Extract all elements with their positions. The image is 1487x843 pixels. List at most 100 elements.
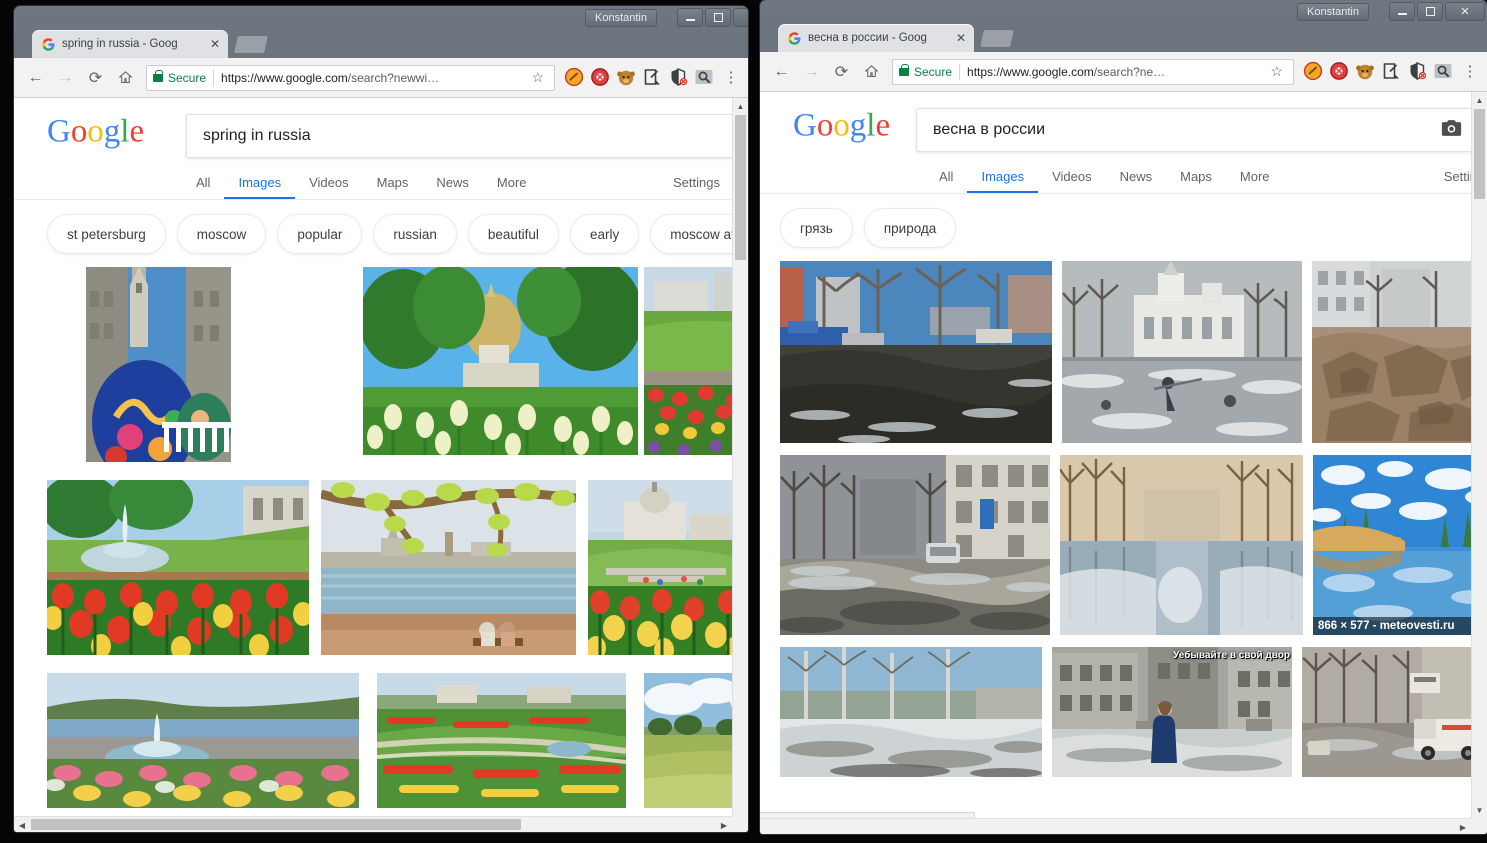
tab-more-right[interactable]: More [1226,169,1284,194]
related-search-chips-left[interactable]: st petersburg moscow popular russian bea… [14,200,748,267]
image-result-alley-flood[interactable] [1060,455,1303,635]
image-result-reed-flood[interactable]: 866 × 577 - meteovesti.ru [1313,455,1487,635]
forward-icon[interactable]: → [797,57,826,86]
vertical-scroll-thumb-right[interactable] [1474,109,1485,199]
tab-spring-in-russia[interactable]: spring in russia - Goog ✕ [32,30,228,58]
title-bar-right[interactable]: Konstantin ✕ [760,0,1487,24]
browser-window-right[interactable]: Konstantin ✕ весна в россии - Goog ✕ ← →… [760,0,1487,834]
bookmark-star-icon[interactable]: ☆ [1266,63,1287,80]
reload-icon[interactable]: ⟳ [827,57,856,86]
tab-close-button-left[interactable]: ✕ [208,37,222,51]
tab-maps-left[interactable]: Maps [363,175,423,200]
address-bar-left[interactable]: Secure https://www.google.com/search?new… [146,64,555,91]
tab-images-left[interactable]: Images [224,175,296,200]
close-button-left[interactable]: ✕ [733,8,748,27]
forward-icon[interactable]: → [51,63,80,92]
chip-beautiful[interactable]: beautiful [467,214,559,254]
home-icon[interactable] [111,63,140,92]
search-box-left[interactable]: spring in russia [186,114,748,158]
tab-news-left[interactable]: News [422,175,483,200]
image-result-ambulance[interactable] [1302,647,1482,777]
maximize-button-left[interactable] [705,8,731,27]
image-result-fountain-tulips[interactable] [47,480,309,655]
tab-strip-left[interactable]: spring in russia - Goog ✕ [14,30,748,58]
avatar-extension-icon[interactable] [1355,61,1377,83]
adblock-extension-icon[interactable] [564,67,586,89]
google-logo[interactable]: Google [47,112,165,154]
shield-extension-icon[interactable] [1407,61,1429,83]
image-result-cathedral-tulips[interactable] [363,267,638,455]
chip-moscow[interactable]: moscow [176,214,267,254]
scroll-up-arrow-left[interactable]: ▲ [733,98,748,114]
tab-videos-right[interactable]: Videos [1038,169,1106,194]
vertical-scroll-thumb-left[interactable] [735,115,746,260]
tab-all-right[interactable]: All [925,169,967,194]
tab-news-right[interactable]: News [1106,169,1167,194]
tab-all-left[interactable]: All [182,175,224,200]
tab-images-right[interactable]: Images [967,169,1039,194]
horizontal-scrollbar-right[interactable]: ▶ [760,818,1471,834]
maximize-button-right[interactable] [1417,2,1443,21]
browser-window-left[interactable]: Konstantin ✕ spring in russia - Goog [14,6,748,832]
minimize-button-left[interactable] [677,8,703,27]
search-input-left[interactable]: spring in russia [187,127,748,145]
search-result-tabs-right[interactable]: All Images Videos News Maps More [925,159,1284,194]
image-result-mud-street[interactable] [780,261,1052,443]
minimize-button-right[interactable] [1389,2,1415,21]
horizontal-scroll-thumb-left[interactable] [31,819,521,830]
chip-priroda[interactable]: природа [863,208,957,248]
blocker-extension-icon[interactable] [590,67,612,89]
related-search-chips-right[interactable]: грязь природа [760,194,1487,261]
chip-gryaz[interactable]: грязь [780,208,853,248]
scroll-up-arrow-right[interactable]: ▲ [1472,92,1487,108]
search-input-right[interactable]: весна в россии [917,121,1441,139]
image-result-courtyard-flood[interactable]: Уебывайте в свой двор [1052,647,1292,777]
tab-strip-right[interactable]: весна в россии - Goog ✕ [760,24,1487,52]
title-bar-left[interactable]: Konstantin ✕ [14,6,748,30]
search-box-right[interactable]: весна в россии [916,108,1479,152]
search-extension-icon[interactable] [1433,61,1455,83]
image-result-slush-yard[interactable] [780,455,1050,635]
tab-more-left[interactable]: More [483,175,541,200]
vertical-scrollbar-left[interactable]: ▲ ▼ [732,98,748,832]
blocker-extension-icon[interactable] [1329,61,1351,83]
google-logo[interactable]: Google [793,106,911,148]
notes-extension-icon[interactable] [1381,61,1403,83]
bookmark-star-icon[interactable]: ☆ [527,69,548,86]
window-controls-left[interactable]: ✕ [677,8,748,27]
browser-toolbar-left[interactable]: ← → ⟳ Secure https://www.google.com/sear… [14,58,748,98]
image-result-square-fountain[interactable] [47,673,359,808]
close-button-right[interactable]: ✕ [1445,2,1485,21]
horizontal-scrollbar-left[interactable]: ◀ ▶ [14,816,732,832]
image-result-church-flood[interactable] [1062,261,1302,443]
image-result-rubble[interactable] [1312,261,1487,443]
tab-close-button-right[interactable]: ✕ [954,31,968,45]
scroll-right-arrow-right[interactable]: ▶ [1455,819,1471,834]
scroll-right-arrow[interactable]: ▶ [716,817,732,832]
image-result-egg-street[interactable] [86,267,231,462]
scroll-left-arrow[interactable]: ◀ [14,817,30,832]
image-result-neva-branch[interactable] [321,480,576,655]
chip-popular[interactable]: popular [277,214,363,254]
search-result-tabs-left[interactable]: All Images Videos Maps News More [182,165,541,200]
vertical-scrollbar-right[interactable]: ▲ ▼ [1471,92,1487,834]
address-bar-right[interactable]: Secure https://www.google.com/search?ne…… [892,58,1294,85]
settings-link-left[interactable]: Settings [673,175,720,190]
chip-early[interactable]: early [569,214,640,254]
chrome-menu-icon[interactable]: ⋮ [1460,64,1480,79]
back-icon[interactable]: ← [21,63,50,92]
tab-maps-right[interactable]: Maps [1166,169,1226,194]
back-icon[interactable]: ← [767,57,796,86]
browser-toolbar-right[interactable]: ← → ⟳ Secure https://www.google.com/sear… [760,52,1487,92]
notes-extension-icon[interactable] [642,67,664,89]
window-controls-right[interactable]: ✕ [1389,2,1485,21]
reload-icon[interactable]: ⟳ [81,63,110,92]
image-result-pavilion-tulips[interactable] [588,480,743,655]
new-tab-button-right[interactable] [980,30,1014,47]
avatar-extension-icon[interactable] [616,67,638,89]
tab-videos-left[interactable]: Videos [295,175,363,200]
chip-st-petersburg[interactable]: st petersburg [47,214,166,254]
shield-extension-icon[interactable] [668,67,690,89]
image-result-parterre[interactable] [377,673,626,808]
new-tab-button-left[interactable] [234,36,268,53]
